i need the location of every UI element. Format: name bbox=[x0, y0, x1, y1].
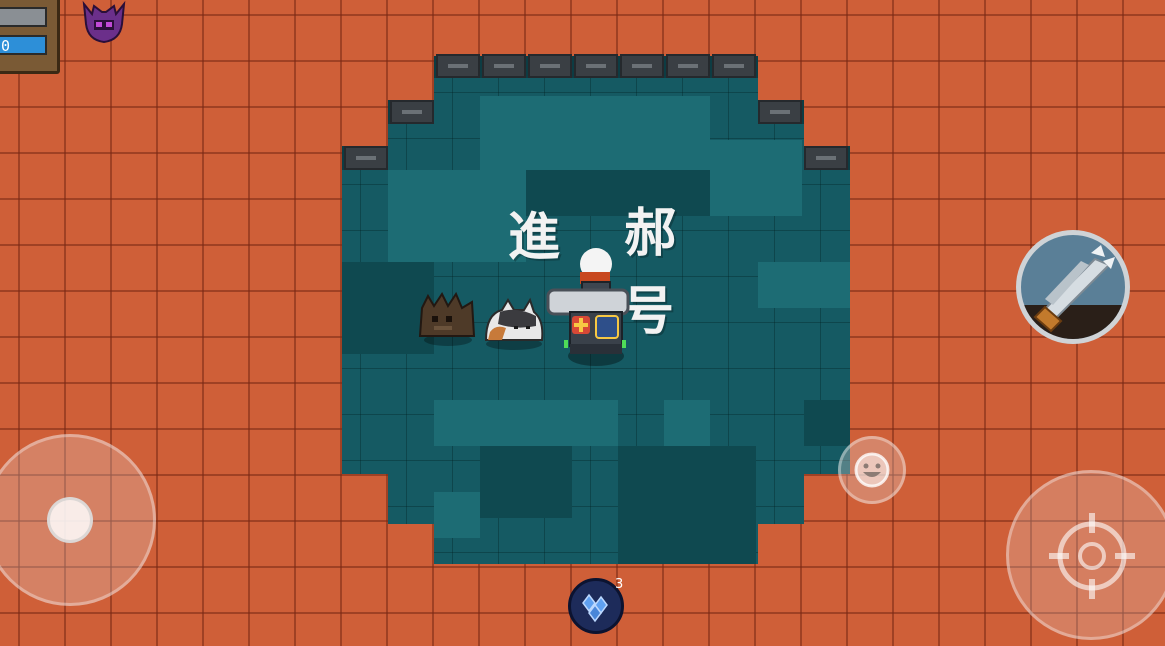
floor-tile bbox=[526, 400, 618, 446]
energy-value: 0 bbox=[1, 37, 11, 55]
wall-block bbox=[666, 54, 710, 78]
game-scene: 進 郝 号 0 3 bbox=[0, 0, 1165, 646]
wall-block bbox=[712, 54, 756, 78]
wall-block bbox=[436, 54, 480, 78]
floor-tile bbox=[664, 400, 710, 446]
armor-bar bbox=[0, 7, 47, 27]
goblin-pet bbox=[418, 291, 476, 346]
energy-bar: 0 bbox=[0, 35, 47, 55]
emote-button[interactable] bbox=[838, 436, 906, 504]
wall-block bbox=[528, 54, 572, 78]
floor-tile bbox=[480, 96, 710, 170]
movement-joystick[interactable] bbox=[0, 434, 156, 606]
wall-block bbox=[390, 100, 434, 124]
floor-tile bbox=[618, 446, 756, 564]
floor-tile bbox=[480, 446, 572, 518]
wall-block bbox=[620, 54, 664, 78]
wall-block bbox=[574, 54, 618, 78]
demon-helmet-icon bbox=[82, 0, 126, 44]
cat-pet bbox=[484, 297, 544, 350]
floor-tile bbox=[710, 140, 802, 216]
attack-button[interactable] bbox=[1006, 470, 1165, 640]
floor-tile bbox=[434, 492, 480, 538]
wall-block bbox=[482, 54, 526, 78]
crosshair-icon bbox=[1049, 513, 1135, 599]
weapon-button[interactable] bbox=[1016, 230, 1130, 344]
floor-tile bbox=[758, 262, 850, 308]
crossbow-weapon-icon bbox=[1021, 245, 1125, 339]
smiley-face-icon bbox=[854, 452, 890, 488]
wall-block bbox=[758, 100, 802, 124]
wall-block bbox=[344, 146, 388, 170]
crystal-skill-icon bbox=[582, 593, 608, 623]
wall-block bbox=[804, 146, 848, 170]
joystick-knob[interactable] bbox=[47, 497, 93, 543]
floor-tile bbox=[804, 400, 850, 446]
floor-tile bbox=[388, 170, 526, 262]
status-panel: 0 bbox=[0, 0, 60, 74]
floor-tile bbox=[434, 400, 526, 446]
skill-charge-count: 3 bbox=[615, 577, 624, 592]
player-knight bbox=[546, 248, 630, 366]
